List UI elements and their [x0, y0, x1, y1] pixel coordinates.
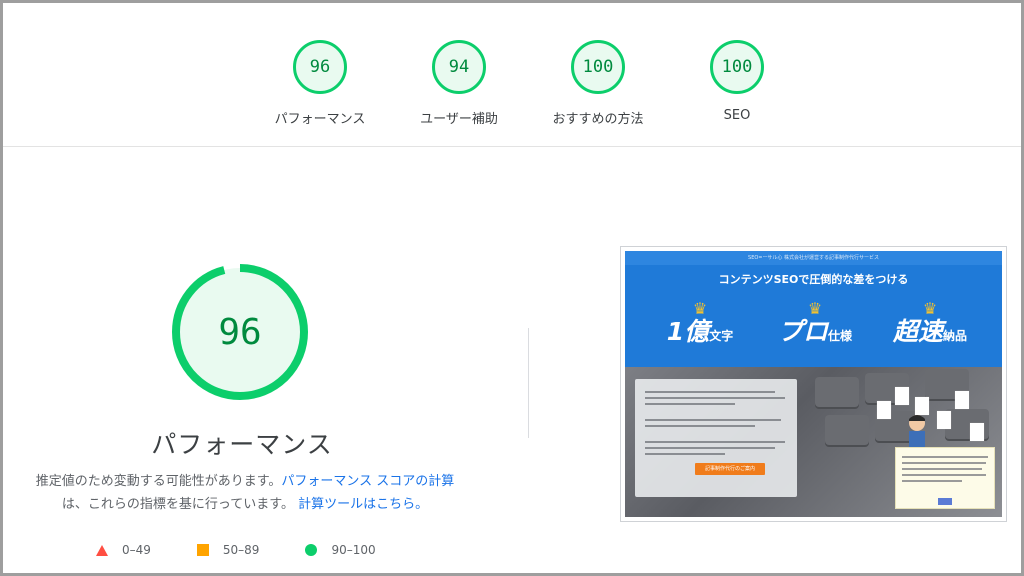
gauge-label: ユーザー補助: [420, 112, 498, 127]
score-ring: 96: [293, 40, 347, 94]
thumb-feature-text: プロ: [777, 317, 828, 346]
paper-sheet: [955, 391, 969, 409]
text-line: [645, 403, 735, 405]
final-screenshot[interactable]: SEO=ーサル心 株式会社が運営する記事制作代行サービス コンテンツSEOで圧倒…: [620, 246, 1007, 522]
screenshot-image: SEO=ーサル心 株式会社が運営する記事制作代行サービス コンテンツSEOで圧倒…: [625, 251, 1002, 517]
square-icon: [196, 544, 209, 556]
paper-sheet: [895, 387, 909, 405]
text-line: [645, 447, 775, 449]
text-line: [902, 462, 986, 464]
thumb-feature-2: ♛ プロ仕様: [760, 301, 870, 347]
thumb-feature-text: 1億: [666, 317, 710, 346]
text-line: [902, 468, 982, 470]
thumb-feature-1: ♛ 1億文字: [645, 301, 755, 347]
desc-text-2: は、これらの指標を基に行っています。: [61, 497, 294, 512]
thumb-feature-side: 文字: [709, 329, 734, 343]
calculator-link[interactable]: 計算ツールはこちら。: [298, 497, 428, 512]
text-line: [645, 425, 755, 427]
gauge-label: SEO: [723, 108, 751, 123]
keyboard-key: [815, 377, 859, 407]
legend-range: 50–89: [222, 543, 260, 557]
legend-pass: 90–100: [305, 543, 376, 557]
thumb-feature-side: 納品: [943, 329, 968, 343]
paper-sheet: [877, 401, 891, 419]
score-ring: 100: [571, 40, 625, 94]
crown-icon: ♛: [807, 299, 823, 318]
text-line: [645, 419, 781, 421]
gauge-best-practices[interactable]: 100 おすすめの方法: [538, 40, 658, 127]
score-ring: 94: [432, 40, 486, 94]
score-legend: 0–49 50–89 90–100: [96, 543, 376, 557]
legend-fail: 0–49: [96, 543, 151, 557]
gauge-accessibility[interactable]: 94 ユーザー補助: [399, 40, 519, 127]
text-line: [645, 391, 775, 393]
thumb-cookie-dialog: [895, 447, 995, 509]
thumb-feature-text: 超速: [892, 317, 943, 346]
legend-range: 90–100: [331, 543, 376, 557]
keyboard-key: [825, 415, 869, 445]
score-description: 推定値のため変動する可能性があります。パフォーマンス スコアの計算 は、これらの…: [10, 470, 480, 516]
thumb-top-strip: SEO=ーサル心 株式会社が運営する記事制作代行サービス: [625, 251, 1002, 265]
thumb-feature-3: ♛ 超速納品: [875, 301, 985, 347]
legend-range: 0–49: [122, 543, 151, 557]
gauge-seo[interactable]: 100 SEO: [677, 40, 797, 123]
paper-sheet: [970, 423, 984, 441]
text-line: [645, 441, 785, 443]
gauge-label: パフォーマンス: [274, 112, 366, 127]
divider: [528, 328, 529, 438]
triangle-icon: [96, 544, 108, 556]
desc-text: 推定値のため変動する可能性があります。: [35, 474, 282, 489]
score-calc-link[interactable]: パフォーマンス スコアの計算: [281, 474, 454, 489]
performance-score: 96: [218, 311, 262, 353]
text-line: [645, 453, 725, 455]
thumb-content-card: [635, 379, 797, 497]
legend-average: 50–89: [196, 543, 260, 557]
gauge-label: おすすめの方法: [552, 112, 644, 127]
gauge-performance[interactable]: 96 パフォーマンス: [260, 40, 380, 127]
crown-icon: ♛: [922, 299, 938, 318]
thumb-headline: コンテンツSEOで圧倒的な差をつける: [718, 273, 909, 286]
text-line: [902, 474, 986, 476]
thumb-cta-button: 記事制作代行のご案内: [695, 463, 765, 475]
score-ring: 100: [710, 40, 764, 94]
paper-sheet: [937, 411, 951, 429]
category-summary-row: 96 パフォーマンス 94 ユーザー補助 100 おすすめの方法 100 SEO: [0, 0, 1024, 147]
crown-icon: ♛: [692, 299, 708, 318]
text-line: [645, 397, 785, 399]
thumb-cookie-button: [938, 498, 952, 505]
thumb-feature-side: 仕様: [828, 329, 853, 343]
circle-icon: [305, 544, 318, 556]
person-hair: [909, 415, 925, 421]
text-line: [902, 480, 962, 482]
text-line: [902, 456, 988, 458]
performance-title: パフォーマンス: [151, 430, 333, 459]
